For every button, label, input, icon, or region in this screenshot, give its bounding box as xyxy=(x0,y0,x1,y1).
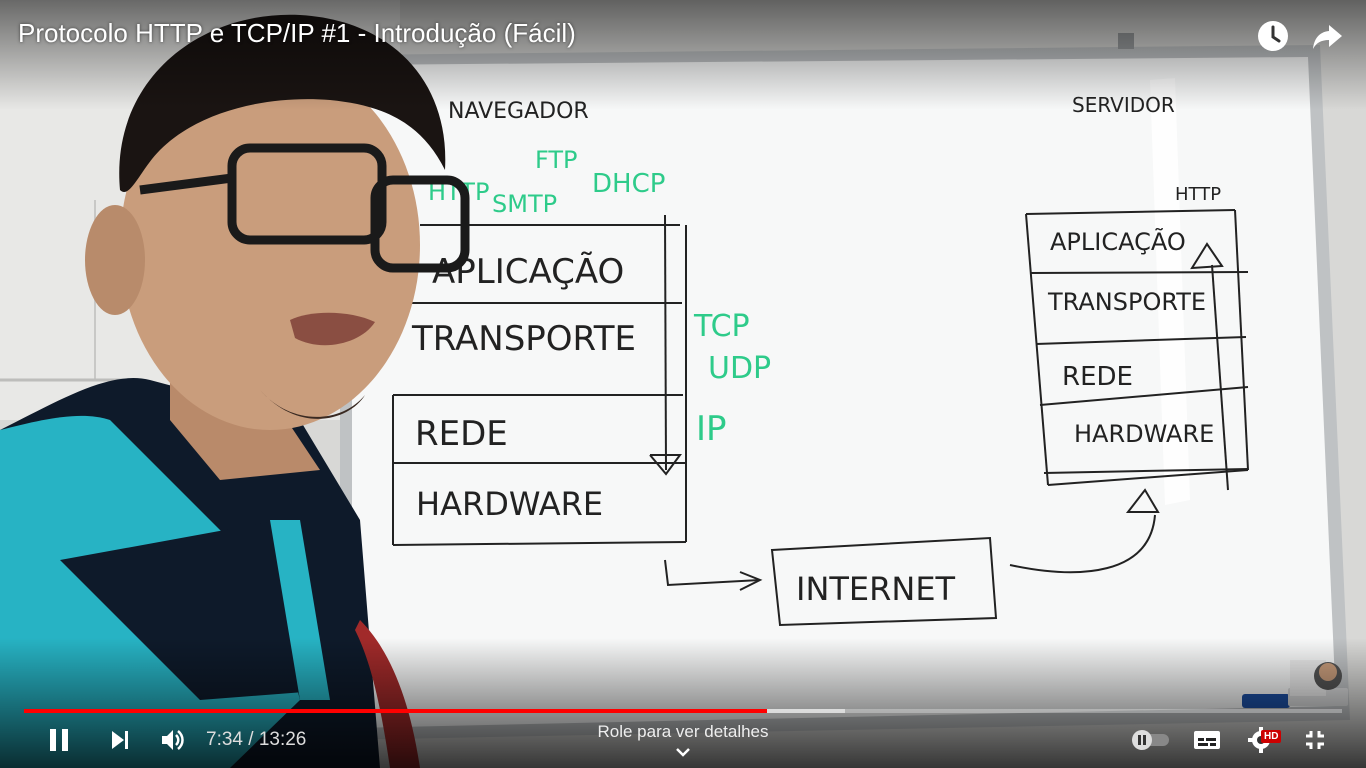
volume-button[interactable] xyxy=(154,722,192,758)
board-protocol-tcp: TCP xyxy=(693,309,750,344)
subtitles-icon xyxy=(1194,731,1220,749)
pause-icon xyxy=(50,729,68,751)
board-left-layer-transport: TRANSPORTE xyxy=(411,319,636,359)
time-display: 7:34 / 13:26 xyxy=(206,729,307,750)
exit-fullscreen-button[interactable] xyxy=(1296,722,1334,758)
board-right-layer-transport: TRANSPORTE xyxy=(1047,288,1206,316)
board-right-layer-app: APLICAÇÃO xyxy=(1050,226,1186,256)
exit-fullscreen-icon xyxy=(1306,731,1324,749)
board-left-layer-network: REDE xyxy=(415,414,508,454)
board-protocol-dhcp: DHCP xyxy=(592,169,665,199)
video-frame[interactable]: NAVEGADOR APLICAÇÃO TRANSPORTE REDE HARD… xyxy=(0,0,1366,768)
subtitles-button[interactable] xyxy=(1188,722,1226,758)
top-gradient xyxy=(0,0,1366,110)
volume-icon xyxy=(162,730,184,750)
board-right-layer-hardware: HARDWARE xyxy=(1074,420,1214,448)
next-icon xyxy=(112,731,128,749)
board-protocol-ftp: FTP xyxy=(535,146,578,174)
pause-button[interactable] xyxy=(40,722,78,758)
chevron-down-icon xyxy=(676,748,690,757)
board-right-protocol: HTTP xyxy=(1175,184,1221,205)
board-protocol-udp: UDP xyxy=(708,351,771,386)
progress-bar[interactable] xyxy=(24,709,1342,713)
board-internet-label: INTERNET xyxy=(796,570,956,608)
scroll-for-details[interactable]: Role para ver detalhes xyxy=(583,722,783,742)
video-title[interactable]: Protocolo HTTP e TCP/IP #1 - Introdução … xyxy=(18,18,576,49)
clock-icon xyxy=(1258,21,1288,51)
watch-later-button[interactable] xyxy=(1255,18,1291,54)
board-protocol-ip: IP xyxy=(696,409,727,449)
board-protocol-smtp: SMTP xyxy=(492,190,557,218)
board-right-layer-network: REDE xyxy=(1062,362,1133,392)
hd-badge: HD xyxy=(1261,730,1282,743)
autoplay-toggle[interactable] xyxy=(1126,722,1174,758)
autoplay-toggle-icon xyxy=(1132,730,1169,750)
share-icon xyxy=(1313,25,1342,49)
board-left-layer-hardware: HARDWARE xyxy=(416,485,603,523)
scroll-chevron-button[interactable] xyxy=(675,745,691,763)
next-button[interactable] xyxy=(102,722,138,758)
progress-played xyxy=(24,709,768,713)
share-button[interactable] xyxy=(1309,18,1345,54)
